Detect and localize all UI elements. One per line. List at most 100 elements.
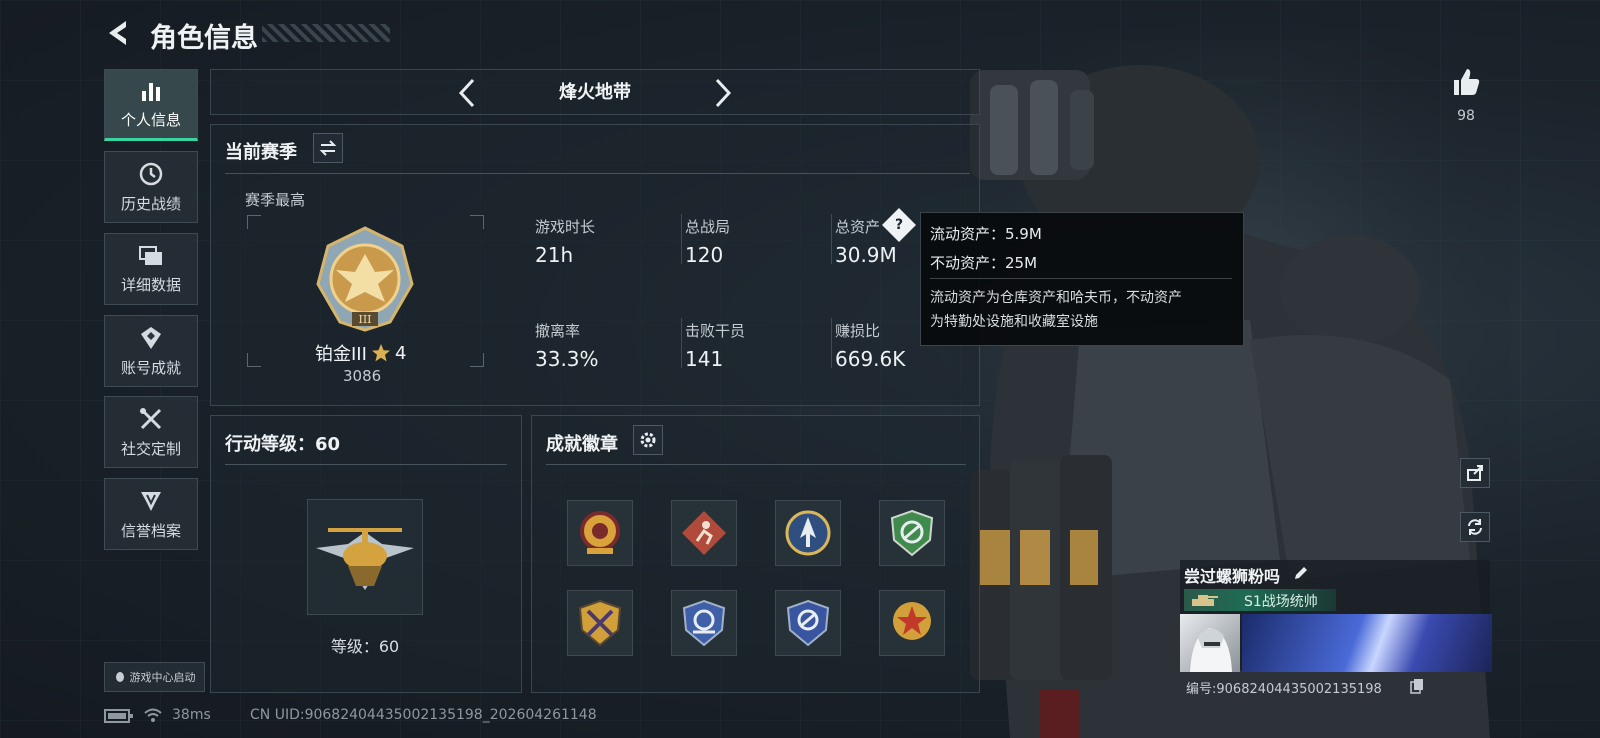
player-banner xyxy=(1242,614,1492,672)
achievements-settings-button[interactable] xyxy=(633,425,663,455)
blue-wings-shield-icon-2 xyxy=(786,599,830,647)
tools-icon xyxy=(140,407,162,429)
battery-icon xyxy=(104,709,133,723)
season-panel-title: 当前赛季 xyxy=(225,142,297,163)
achievement-badge[interactable] xyxy=(879,590,945,656)
star-icon xyxy=(371,344,390,362)
question-mark-icon: ? xyxy=(894,217,904,233)
sidebar-item-detailed-data[interactable]: 详细数据 xyxy=(104,233,198,305)
refresh-icon xyxy=(1468,519,1482,535)
copy-icon[interactable] xyxy=(1410,678,1424,694)
title-badge-label: S1战场统帅 xyxy=(1244,594,1318,610)
stat-value-playtime: 21h xyxy=(535,243,574,267)
switch-season-button[interactable] xyxy=(313,133,343,163)
sidebar-item-credit-record[interactable]: 信誉档案 xyxy=(104,478,198,550)
divider xyxy=(546,464,966,465)
divider xyxy=(225,464,507,465)
next-mode-arrow-icon[interactable] xyxy=(712,77,734,109)
qq-icon xyxy=(115,672,124,682)
rank-score: 3086 xyxy=(343,367,382,385)
current-mode-label: 烽火地带 xyxy=(559,82,631,103)
svg-text:III: III xyxy=(358,313,371,326)
stat-divider xyxy=(681,318,682,368)
red-star-medal-icon xyxy=(893,602,931,640)
stat-label-extraction-rate: 撤离率 xyxy=(535,322,581,340)
stat-label-operators-defeated: 击败干员 xyxy=(685,322,746,340)
stat-label-total-assets: 总资产 xyxy=(835,218,881,236)
history-icon xyxy=(139,162,163,185)
gold-emblem-icon xyxy=(580,511,620,554)
stat-value-profit-loss-ratio: 669.6K xyxy=(835,347,906,371)
refresh-button[interactable] xyxy=(1460,512,1490,542)
frame-corner xyxy=(247,353,261,367)
rank-display: 铂金III 4 xyxy=(315,340,406,366)
achievement-badge[interactable] xyxy=(775,500,841,566)
share-icon xyxy=(1467,465,1483,481)
gear-icon xyxy=(640,432,656,448)
divider xyxy=(225,173,970,174)
action-level-text: 等级：60 xyxy=(330,637,400,656)
player-name: 尝过螺狮粉吗 xyxy=(1184,567,1281,586)
achievement-badge[interactable] xyxy=(671,500,737,566)
rank-stars: 4 xyxy=(394,342,407,364)
sidebar-item-social-customization[interactable]: 社交定制 xyxy=(104,396,198,468)
blue-arrow-icon xyxy=(785,510,831,556)
previous-mode-arrow-icon[interactable] xyxy=(456,77,478,109)
stat-divider xyxy=(831,318,832,368)
title-badge: S1战场统帅 xyxy=(1184,589,1336,611)
player-id: 编号:906824044350021351​98 xyxy=(1186,682,1382,697)
stat-divider xyxy=(681,214,682,264)
blue-wings-shield-icon xyxy=(682,599,726,647)
thumbs-up-icon[interactable] xyxy=(1450,66,1482,98)
stat-divider xyxy=(831,214,832,264)
back-icon[interactable] xyxy=(104,18,132,48)
sidebar-item-label: 个人信息 xyxy=(120,110,181,129)
title-decoration xyxy=(262,24,390,42)
uid-text: CN UID:906824044350021351​98_20260426114… xyxy=(250,707,597,723)
sidebar-item-label: 信誉档案 xyxy=(120,521,181,540)
game-center-launch-button[interactable]: 游戏中心启动 xyxy=(104,662,205,692)
sidebar-item-label: 账号成就 xyxy=(120,358,181,377)
stat-value-operators-defeated: 141 xyxy=(685,347,724,371)
frame-corner xyxy=(470,215,484,229)
tank-icon xyxy=(1192,595,1218,606)
avatar-image xyxy=(1190,628,1232,672)
stat-label-playtime: 游戏时长 xyxy=(535,218,596,236)
like-count: 98 xyxy=(1457,108,1475,124)
sidebar-item-label: 历史战绩 xyxy=(120,194,181,213)
wifi-icon xyxy=(144,708,162,722)
sidebar-item-history[interactable]: 历史战绩 xyxy=(104,151,198,223)
tooltip-divider xyxy=(930,278,1232,279)
page-title: 角色信息 xyxy=(150,23,258,54)
bar-chart-icon xyxy=(142,82,160,101)
action-level-title: 行动等级：60 xyxy=(225,434,341,455)
achievement-badge[interactable] xyxy=(567,500,633,566)
achievement-badge[interactable] xyxy=(775,590,841,656)
credit-icon xyxy=(141,491,161,511)
sidebar-item-label: 详细数据 xyxy=(120,275,181,294)
achievement-badge[interactable] xyxy=(879,500,945,566)
achievements-title: 成就徽章 xyxy=(546,434,618,455)
red-runner-icon xyxy=(682,511,726,555)
tooltip-liquid-assets: 流动资产：5.9M xyxy=(930,225,1042,243)
platinum-rank-emblem-icon: III xyxy=(316,226,414,332)
tooltip-description-line2: 为特勤处设施和收藏室设施 xyxy=(930,314,1098,330)
achievement-badge[interactable] xyxy=(671,590,737,656)
achievement-icon xyxy=(141,326,161,349)
stat-value-extraction-rate: 33.3% xyxy=(535,347,599,371)
frame-corner xyxy=(470,353,484,367)
sidebar-item-personal-info[interactable]: 个人信息 xyxy=(104,69,198,141)
sidebar-item-label: 社交定制 xyxy=(120,439,181,458)
green-shield-icon xyxy=(890,509,934,557)
helicopter-emblem-icon xyxy=(316,528,414,590)
achievement-badge[interactable] xyxy=(567,590,633,656)
stat-label-total-matches: 总战局 xyxy=(685,218,731,236)
sidebar-item-achievements[interactable]: 账号成就 xyxy=(104,315,198,387)
player-avatar[interactable] xyxy=(1180,614,1240,672)
share-button[interactable] xyxy=(1460,458,1490,488)
stat-value-total-assets: 30.9M xyxy=(835,243,897,267)
swap-icon xyxy=(319,140,337,156)
tooltip-fixed-assets: 不动资产：25M xyxy=(930,254,1038,272)
edit-name-icon[interactable] xyxy=(1292,564,1310,582)
season-best-label: 赛季最高 xyxy=(245,191,306,209)
